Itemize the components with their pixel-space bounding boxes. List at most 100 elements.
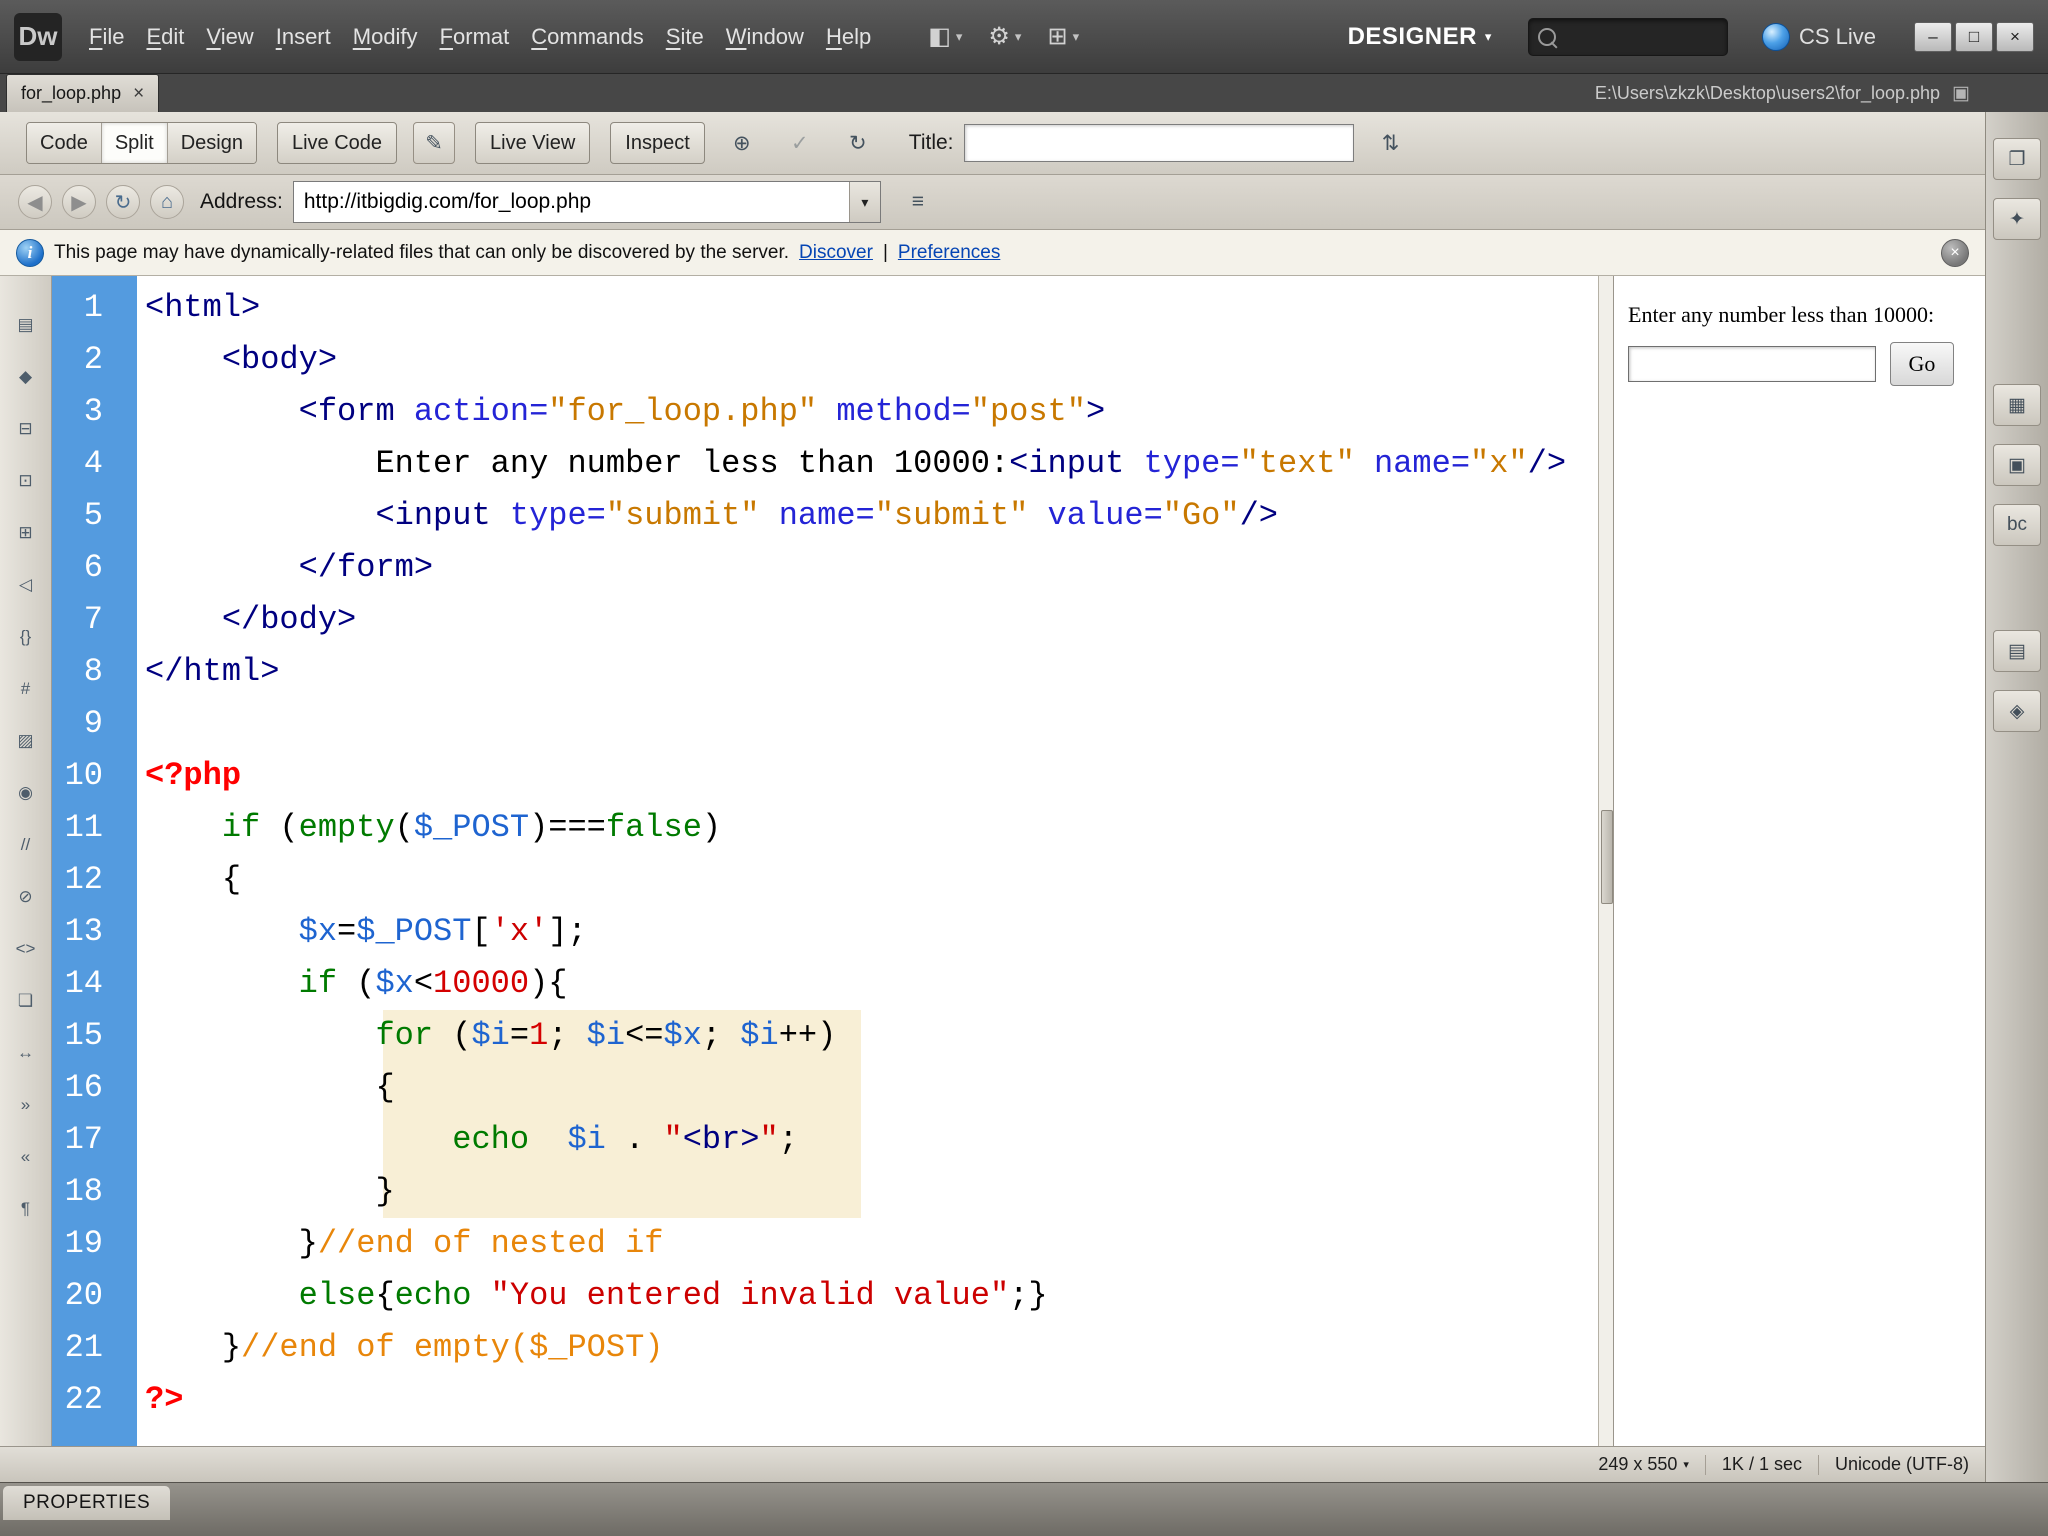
line-number[interactable]: 15 [52,1010,103,1062]
back-icon[interactable]: ◀ [18,185,52,219]
properties-panel-tab[interactable]: PROPERTIES [3,1486,170,1520]
line-number[interactable]: 7 [52,594,103,646]
live-view-button[interactable]: Live View [475,122,590,164]
line-number[interactable]: 22 [52,1374,103,1426]
extend-dreamweaver-button[interactable]: ⚙▾ [988,22,1021,51]
window-size-selector[interactable]: 249 x 550 ▾ [1598,1454,1689,1475]
code-line[interactable]: </html> [145,646,1598,698]
code-line[interactable]: Enter any number less than 10000:<input … [145,438,1598,490]
cs-live[interactable]: CS Live [1762,23,1876,51]
line-number[interactable]: 11 [52,802,103,854]
code-line[interactable]: <body> [145,334,1598,386]
balance-braces-icon[interactable]: {} [9,622,43,652]
line-number[interactable]: 6 [52,542,103,594]
move-convert-css-icon[interactable]: ↔ [9,1038,43,1068]
expand-panels-icon[interactable]: ❐ [1993,138,2041,180]
address-dropdown-icon[interactable]: ▾ [849,182,880,222]
outdent-code-icon[interactable]: « [9,1142,43,1172]
line-numbers-icon[interactable]: # [9,674,43,704]
refresh-design-view-icon[interactable]: ↻ [837,122,879,164]
menu-window[interactable]: Window [715,16,815,58]
code-line[interactable]: } [145,1166,1598,1218]
css-styles-panel-icon[interactable]: ▣ [1993,444,2041,486]
business-catalyst-panel-icon[interactable]: bc [1993,504,2041,546]
line-number[interactable]: 3 [52,386,103,438]
browserlab-panel-icon[interactable]: ✦ [1993,198,2041,240]
expand-all-icon[interactable]: ⊞ [9,518,43,548]
line-number[interactable]: 21 [52,1322,103,1374]
recent-snippets-icon[interactable]: ❏ [9,986,43,1016]
indent-code-icon[interactable]: » [9,1090,43,1120]
line-number[interactable]: 4 [52,438,103,490]
line-number[interactable]: 14 [52,958,103,1010]
code-line[interactable]: if ($x<10000){ [145,958,1598,1010]
validate-markup-icon[interactable]: ✓ [779,122,821,164]
search-input[interactable] [1564,25,1698,48]
show-code-navigator-icon[interactable]: ◆ [9,362,43,392]
code-line[interactable]: ?> [145,1374,1598,1426]
apply-comment-icon[interactable]: // [9,830,43,860]
split-view-button[interactable]: Split [101,123,167,163]
menu-edit[interactable]: Edit [135,16,195,58]
forward-icon[interactable]: ▶ [62,185,96,219]
collapse-full-tag-icon[interactable]: ⊟ [9,414,43,444]
open-documents-icon[interactable]: ▤ [9,310,43,340]
layout-switcher-button[interactable]: ◧▾ [928,22,962,51]
line-number[interactable]: 1 [52,282,103,334]
inspect-button[interactable]: Inspect [610,122,704,164]
tab-close-icon[interactable]: × [133,83,144,105]
code-line[interactable]: <?php [145,750,1598,802]
line-number[interactable]: 20 [52,1270,103,1322]
search-box[interactable] [1528,18,1728,56]
code-line[interactable]: else{echo "You entered invalid value";} [145,1270,1598,1322]
menu-modify[interactable]: Modify [342,16,429,58]
home-icon[interactable]: ⌂ [150,185,184,219]
insert-panel-icon[interactable]: ▦ [1993,384,2041,426]
line-number[interactable]: 5 [52,490,103,542]
collapse-selection-icon[interactable]: ⊡ [9,466,43,496]
menu-site[interactable]: Site [655,16,715,58]
site-menu-button[interactable]: ⊞▾ [1047,22,1079,51]
code-line[interactable]: { [145,854,1598,906]
menu-commands[interactable]: Commands [520,16,654,58]
live-code-button[interactable]: Live Code [277,122,397,164]
code-editor[interactable]: <html> <body> <form action="for_loop.php… [137,276,1598,1446]
file-management-icon[interactable]: ⇅ [1370,122,1412,164]
scrollbar-thumb[interactable] [1601,810,1613,904]
line-number[interactable]: 13 [52,906,103,958]
code-line[interactable]: echo $i . "<br>"; [145,1114,1598,1166]
code-line[interactable]: </body> [145,594,1598,646]
design-view-button[interactable]: Design [167,123,256,163]
preview-in-browser-icon[interactable]: ⊕ [721,122,763,164]
number-input[interactable] [1628,346,1876,382]
menu-insert[interactable]: Insert [265,16,342,58]
code-line[interactable]: if (empty($_POST)===false) [145,802,1598,854]
document-title-input[interactable] [964,124,1354,162]
workspace-switcher[interactable]: DESIGNER ▾ [1348,23,1492,51]
code-line[interactable]: <form action="for_loop.php" method="post… [145,386,1598,438]
menu-help[interactable]: Help [815,16,882,58]
code-view-button[interactable]: Code [27,123,101,163]
line-number[interactable]: 12 [52,854,103,906]
code-line[interactable]: }//end of empty($_POST) [145,1322,1598,1374]
discover-link[interactable]: Discover [799,242,873,264]
tab-for-loop-php[interactable]: for_loop.php × [6,74,159,112]
code-line[interactable]: for ($i=1; $i<=$x; $i++) [145,1010,1598,1062]
restore-button[interactable]: □ [1955,22,1993,52]
remove-comment-icon[interactable]: ⊘ [9,882,43,912]
line-number[interactable]: 2 [52,334,103,386]
code-line[interactable]: <html> [145,282,1598,334]
select-parent-tag-icon[interactable]: ◁ [9,570,43,600]
line-number[interactable]: 16 [52,1062,103,1114]
refresh-icon[interactable]: ↻ [106,185,140,219]
close-button[interactable]: × [1996,22,2034,52]
document-icon[interactable]: ▣ [1952,82,1970,105]
line-number[interactable]: 9 [52,698,103,750]
code-scrollbar[interactable] [1598,276,1613,1446]
files-panel-icon[interactable]: ▤ [1993,630,2041,672]
wrap-tag-icon[interactable]: <> [9,934,43,964]
design-view[interactable]: Enter any number less than 10000: Go [1613,276,1985,1446]
code-line[interactable]: <input type="submit" name="submit" value… [145,490,1598,542]
code-line[interactable]: $x=$_POST['x']; [145,906,1598,958]
format-source-code-icon[interactable]: ¶ [9,1194,43,1224]
